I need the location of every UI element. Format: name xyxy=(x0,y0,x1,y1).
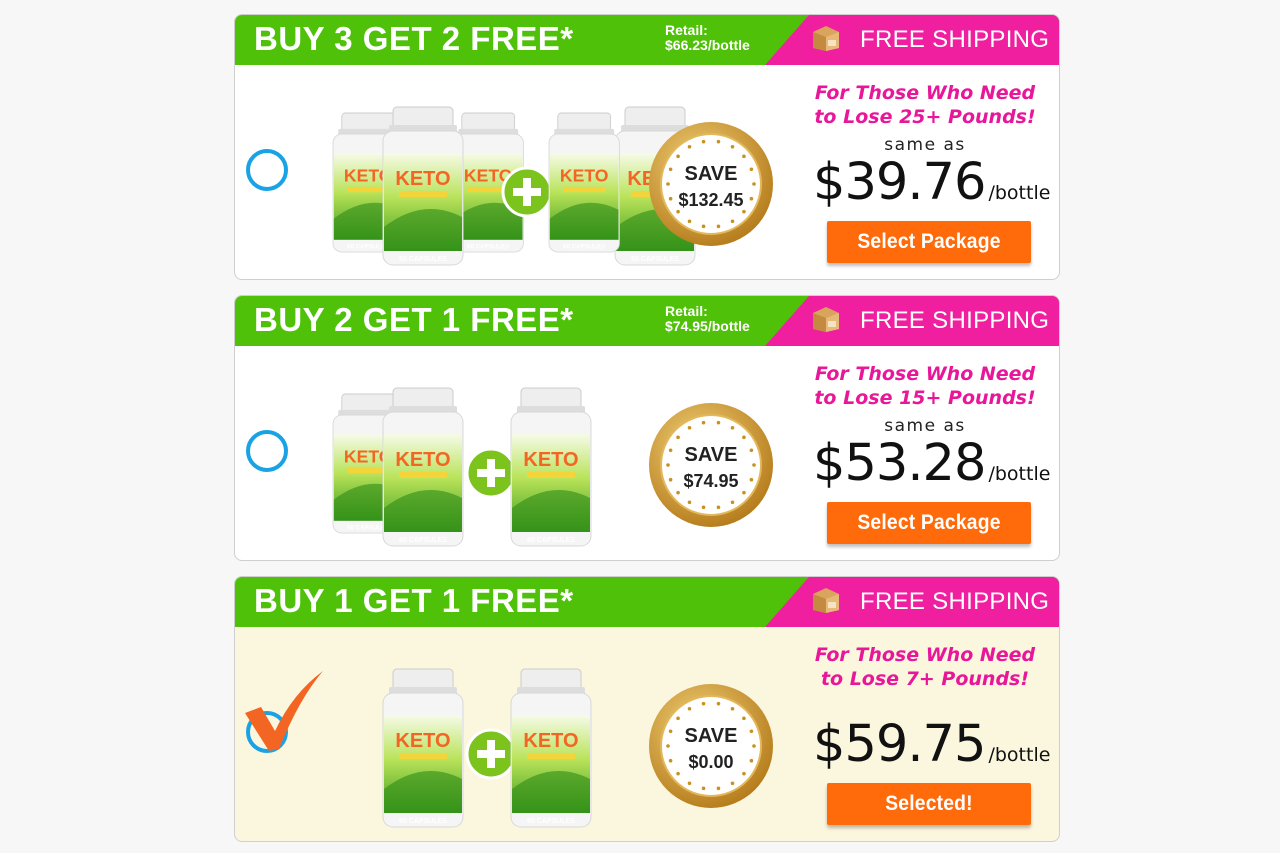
pitch-line-1: For Those Who Need xyxy=(814,363,1036,385)
shipping-box-icon xyxy=(813,307,839,332)
price-amount: $59.75 xyxy=(813,715,986,774)
bottle: KETO 60 CAPSULES xyxy=(382,387,464,547)
package-card-buy1-get1[interactable]: BUY 1 GET 1 FREE* FREE SHIPPING KETO 60 C… xyxy=(234,576,1060,842)
price-amount: $39.76 xyxy=(813,153,986,212)
bottle-brand-label: KETO xyxy=(395,168,450,190)
product-bottles: KETO60 CAPSULESKETO60 CAPSULESKETO60 CAP… xyxy=(332,387,773,547)
bottle-capsule-label: 60 CAPSULES xyxy=(399,818,447,825)
price-unit: /bottle xyxy=(988,463,1051,485)
price-per-bottle: $39.76/bottle xyxy=(813,153,1050,212)
pitch-line-2: to Lose 15+ Pounds! xyxy=(814,387,1036,409)
package-title: BUY 1 GET 1 FREE* xyxy=(254,582,574,619)
checkmark-icon xyxy=(245,671,323,751)
plus-icon xyxy=(501,166,553,218)
save-badge: SAVE $132.45 xyxy=(649,122,773,246)
select-package-button[interactable]: Select Package xyxy=(827,221,1031,263)
plus-icon xyxy=(465,447,517,499)
select-package-label: Select Package xyxy=(857,511,1001,534)
retail-value: $74.95/bottle xyxy=(665,318,750,334)
retail-label: Retail: xyxy=(665,22,708,38)
free-shipping-banner: FREE SHIPPING xyxy=(765,296,1059,346)
retail-label: Retail: xyxy=(665,303,708,319)
package-title: BUY 2 GET 1 FREE* xyxy=(254,301,574,338)
selected-package-label: Selected! xyxy=(885,792,973,815)
package-radio[interactable] xyxy=(246,430,288,472)
plus-icon xyxy=(465,728,517,780)
bottle-capsule-label: 60 CAPSULES xyxy=(467,244,509,251)
free-shipping-label: FREE SHIPPING xyxy=(860,307,1050,334)
package-pitch: For Those Who Need to Lose 15+ Pounds! xyxy=(775,362,1059,410)
save-badge: SAVE $74.95 xyxy=(649,403,773,527)
bottle-capsule-label: 60 CAPSULES xyxy=(527,537,575,544)
bottle-brand-label: KETO xyxy=(523,449,578,471)
bottle-capsule-label: 60 CAPSULES xyxy=(399,256,447,263)
package-header: BUY 3 GET 2 FREE* Retail: $66.23/bottle … xyxy=(235,15,1059,65)
bottle: KETO 60 CAPSULES xyxy=(510,668,592,828)
package-header: BUY 1 GET 1 FREE* FREE SHIPPING xyxy=(235,577,1059,627)
save-amount: $74.95 xyxy=(683,471,738,491)
package-pitch: For Those Who Need to Lose 25+ Pounds! xyxy=(775,81,1059,129)
retail-value: $66.23/bottle xyxy=(665,37,750,53)
bottle: KETO 60 CAPSULES xyxy=(548,112,620,253)
save-badge: SAVE $0.00 xyxy=(649,684,773,808)
bottle-capsule-label: 60 CAPSULES xyxy=(563,244,605,251)
free-shipping-label: FREE SHIPPING xyxy=(860,26,1050,53)
free-shipping-label: FREE SHIPPING xyxy=(860,588,1050,615)
retail-price: Retail: $66.23/bottle xyxy=(665,23,750,53)
save-amount: $0.00 xyxy=(688,752,733,772)
save-label: SAVE xyxy=(685,444,738,466)
package-header: BUY 2 GET 1 FREE* Retail: $74.95/bottle … xyxy=(235,296,1059,346)
pitch-line-1: For Those Who Need xyxy=(814,644,1036,666)
shipping-box-icon xyxy=(813,26,839,51)
price-per-bottle: $53.28/bottle xyxy=(813,434,1050,493)
bottle: KETO 60 CAPSULES xyxy=(382,668,464,828)
bottle-brand-label: KETO xyxy=(523,730,578,752)
price-per-bottle: $59.75/bottle xyxy=(813,715,1050,774)
package-card-buy2-get1[interactable]: BUY 2 GET 1 FREE* Retail: $74.95/bottle … xyxy=(234,295,1060,561)
select-package-button[interactable]: Select Package xyxy=(827,502,1031,544)
package-card-buy3-get2[interactable]: BUY 3 GET 2 FREE* Retail: $66.23/bottle … xyxy=(234,14,1060,280)
free-shipping-banner: FREE SHIPPING xyxy=(765,15,1059,65)
bottle-capsule-label: 60 CAPSULES xyxy=(527,818,575,825)
product-bottles: KETO 60 CAPSULES KETO 60 CAPSULES SAVE $0.00 xyxy=(382,668,773,828)
product-bottles: KETO60 CAPSULESKETO60 CAPSULESKETO60 CAP… xyxy=(332,106,773,266)
pitch-line-2: to Lose 25+ Pounds! xyxy=(814,106,1036,128)
save-label: SAVE xyxy=(685,725,738,747)
bottle-brand-label: KETO xyxy=(395,449,450,471)
bottle-brand-label: KETO xyxy=(395,730,450,752)
selected-package-button[interactable]: Selected! xyxy=(827,783,1031,825)
price-unit: /bottle xyxy=(988,744,1051,766)
bottle-capsule-label: 60 CAPSULES xyxy=(399,537,447,544)
select-package-label: Select Package xyxy=(857,230,1001,253)
package-radio[interactable] xyxy=(246,149,288,191)
price-unit: /bottle xyxy=(988,182,1051,204)
shipping-box-icon xyxy=(813,588,839,613)
pitch-line-2: to Lose 7+ Pounds! xyxy=(820,668,1030,690)
save-amount: $132.45 xyxy=(678,190,743,210)
bottle-brand-label: KETO xyxy=(560,166,609,186)
bottle: KETO 60 CAPSULES xyxy=(382,106,464,266)
bottle-capsule-label: 60 CAPSULES xyxy=(631,256,679,263)
package-title: BUY 3 GET 2 FREE* xyxy=(254,20,574,57)
save-label: SAVE xyxy=(685,163,738,185)
bottle: KETO 60 CAPSULES xyxy=(510,387,592,547)
pitch-line-1: For Those Who Need xyxy=(814,82,1036,104)
same-as-label: same as xyxy=(884,416,966,436)
package-pitch: For Those Who Need to Lose 7+ Pounds! xyxy=(775,643,1059,691)
price-amount: $53.28 xyxy=(813,434,986,493)
retail-price: Retail: $74.95/bottle xyxy=(665,304,750,334)
free-shipping-banner: FREE SHIPPING xyxy=(765,577,1059,627)
same-as-label: same as xyxy=(884,135,966,155)
